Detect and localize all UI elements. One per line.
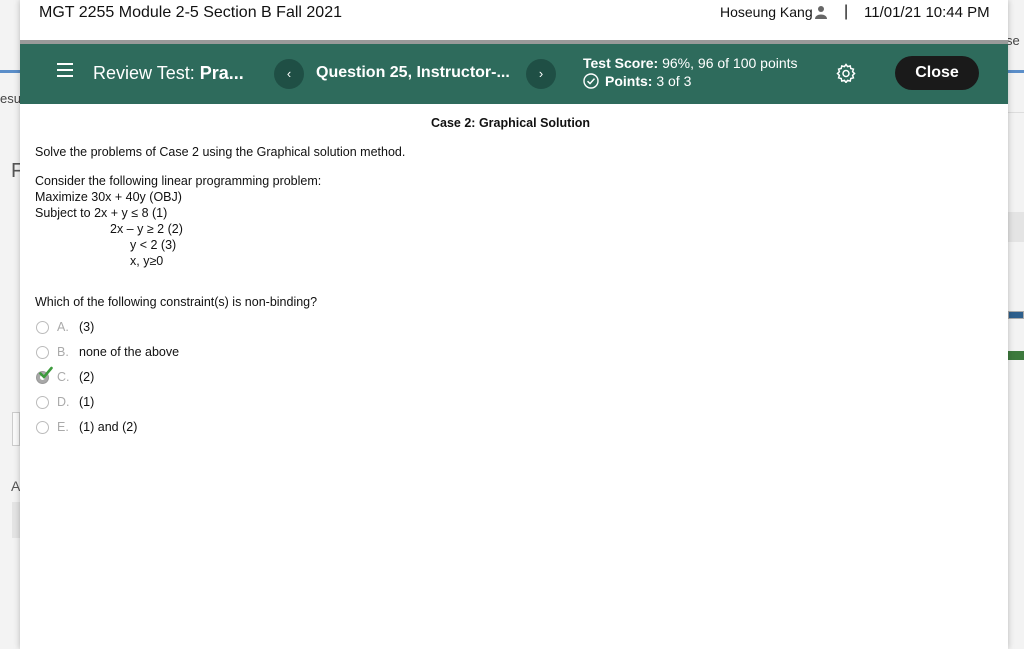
constraint-2: 2x – y ≥ 2 (2) xyxy=(110,222,183,236)
nav-bar: Review Test: Pra... ‹ Question 25, Instr… xyxy=(20,44,1008,104)
case-title: Case 2: Graphical Solution xyxy=(431,116,591,130)
menu-icon[interactable] xyxy=(57,63,73,77)
review-test-window: MGT 2255 Module 2-5 Section B Fall 2021 … xyxy=(20,0,1008,649)
option-letter: B. xyxy=(57,345,69,359)
test-score-value: 96%, 96 of 100 points xyxy=(662,55,798,71)
option-letter: D. xyxy=(57,395,70,409)
option-letter: A. xyxy=(57,320,69,334)
review-test-title[interactable]: Review Test: Pra... xyxy=(93,63,244,84)
constraint-1: Subject to 2x + y ≤ 8 (1) xyxy=(35,206,168,220)
background-line xyxy=(1008,112,1024,113)
check-circle-icon xyxy=(583,73,599,89)
top-bar: MGT 2255 Module 2-5 Section B Fall 2021 … xyxy=(20,0,1008,40)
option-text: (1) xyxy=(79,395,95,409)
user-name[interactable]: Hoseung Kang xyxy=(720,4,813,20)
radio-button[interactable] xyxy=(36,321,49,334)
option-text: none of the above xyxy=(79,345,180,359)
close-button[interactable]: Close xyxy=(895,56,979,90)
radio-button[interactable] xyxy=(36,346,49,359)
background-divider-right xyxy=(1008,70,1024,73)
background-text-right: se xyxy=(1006,33,1020,48)
instruction-text: Solve the problems of Case 2 using the G… xyxy=(35,145,406,159)
background-text-left: esu xyxy=(0,91,21,106)
question-points: Points: 3 of 3 xyxy=(583,73,691,89)
background-box xyxy=(12,412,20,446)
background-bar xyxy=(1008,351,1024,360)
review-prefix: Review Test: xyxy=(93,63,195,83)
question-prompt: Which of the following constraint(s) is … xyxy=(35,295,318,309)
background-box xyxy=(1008,212,1024,242)
lp-intro-text: Consider the following linear programmin… xyxy=(35,174,322,188)
objective-text: Maximize 30x + 40y (OBJ) xyxy=(35,190,182,204)
option-text: (3) xyxy=(79,320,95,334)
user-icon xyxy=(815,6,827,19)
gear-icon[interactable] xyxy=(836,63,856,83)
nonnegativity-constraint: x, y≥0 xyxy=(130,254,164,268)
points-label: Points: xyxy=(605,73,653,89)
constraint-3: y < 2 (3) xyxy=(130,238,177,252)
option-text: (1) and (2) xyxy=(79,420,138,434)
question-selector[interactable]: Question 25, Instructor-... xyxy=(316,64,510,82)
previous-question-button[interactable]: ‹ xyxy=(274,59,304,89)
test-score: Test Score: 96%, 96 of 100 points xyxy=(583,55,798,71)
next-question-button[interactable]: › xyxy=(526,59,556,89)
points-value: 3 of 3 xyxy=(656,73,692,89)
course-title: MGT 2255 Module 2-5 Section B Fall 2021 xyxy=(39,4,342,21)
background-letter: A xyxy=(11,478,21,494)
option-letter: E. xyxy=(57,420,69,434)
test-score-label: Test Score: xyxy=(583,55,659,71)
radio-button[interactable] xyxy=(36,421,49,434)
option-letter: C. xyxy=(57,370,70,384)
radio-button[interactable] xyxy=(36,396,49,409)
background-bar xyxy=(1008,311,1024,319)
review-name: Pra... xyxy=(199,63,244,83)
datetime: 11/01/21 10:44 PM xyxy=(864,4,990,21)
correct-check-icon xyxy=(39,366,53,379)
background-box xyxy=(12,502,20,538)
background-divider xyxy=(0,70,20,73)
option-text: (2) xyxy=(79,370,95,384)
separator: | xyxy=(844,3,849,20)
